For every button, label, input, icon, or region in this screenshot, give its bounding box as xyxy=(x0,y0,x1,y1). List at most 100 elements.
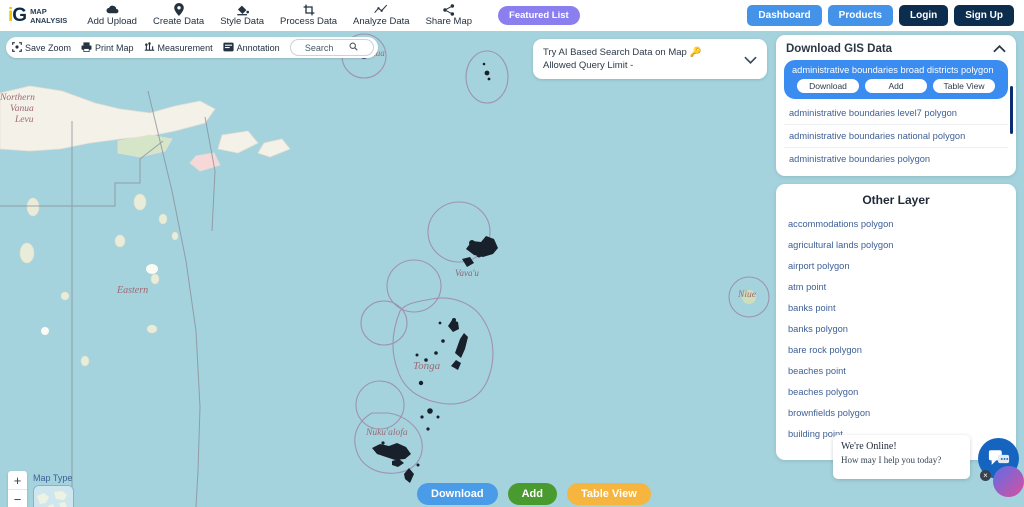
zoom-out-button[interactable]: − xyxy=(8,490,27,507)
other-layer-item[interactable]: beaches polygon xyxy=(786,381,1006,402)
table-view-button[interactable]: Table View xyxy=(566,483,651,505)
chat-close-icon[interactable]: × xyxy=(980,470,991,481)
layer-name: administrative boundaries broad district… xyxy=(792,65,994,75)
annotation-icon xyxy=(222,42,234,54)
print-map-button[interactable]: Print Map xyxy=(81,41,134,54)
print-map-label: Print Map xyxy=(95,42,134,53)
analytics-icon xyxy=(374,3,388,16)
other-layer-list[interactable]: accommodations polygon agricultural land… xyxy=(776,213,1016,445)
layer-download-button[interactable]: Download xyxy=(797,79,859,93)
other-layer-item[interactable]: banks point xyxy=(786,297,1006,318)
dashboard-button[interactable]: Dashboard xyxy=(747,5,822,26)
map-action-buttons: Download Add Table View xyxy=(417,483,651,505)
other-layer-panel: Other Layer accommodations polygon agric… xyxy=(776,184,1016,460)
nav-items: Add Upload Create Data Style Data Proces… xyxy=(79,3,480,28)
nav-item-create-data[interactable]: Create Data xyxy=(145,3,212,28)
logo-line-1: MAP xyxy=(30,6,47,16)
other-layer-item[interactable]: bare rock polygon xyxy=(786,339,1006,360)
layer-item[interactable]: administrative boundaries level7 polygon xyxy=(784,102,1008,125)
chat-title: We're Online! xyxy=(841,441,897,452)
other-layer-item[interactable]: banks polygon xyxy=(786,318,1006,339)
other-layer-item[interactable]: beaches point xyxy=(786,360,1006,381)
other-layer-item[interactable]: brownfields polygon xyxy=(786,402,1006,423)
logo-line-2: ANALYSIS xyxy=(30,15,68,25)
nav-label: Create Data xyxy=(152,16,205,27)
featured-list-button[interactable]: Featured List xyxy=(498,6,580,25)
ai-search-line-1-text: Try AI Based Search Data on Map xyxy=(543,47,687,58)
chevron-down-icon[interactable] xyxy=(744,52,757,67)
annotation-button[interactable]: Annotation xyxy=(222,42,280,54)
signup-button[interactable]: Sign Up xyxy=(954,5,1014,26)
nav-item-add-upload[interactable]: Add Upload xyxy=(79,3,145,28)
nav-item-share-map[interactable]: Share Map xyxy=(418,3,480,28)
search-icon xyxy=(349,42,359,53)
download-gis-data-panel: Download GIS Data administrative boundar… xyxy=(776,35,1016,176)
chevron-up-icon[interactable] xyxy=(993,42,1006,56)
measurement-icon xyxy=(144,41,155,54)
nav-item-process-data[interactable]: Process Data xyxy=(272,3,345,28)
printer-icon xyxy=(81,41,92,54)
other-layer-item[interactable]: atm point xyxy=(786,276,1006,297)
nav-label: Add Upload xyxy=(87,16,137,27)
nav-label: Process Data xyxy=(280,16,338,27)
save-zoom-icon xyxy=(12,41,22,54)
gis-panel-title: Download GIS Data xyxy=(786,43,893,55)
ai-search-line-1: Try AI Based Search Data on Map 🔑 xyxy=(543,46,701,59)
layer-item[interactable]: administrative boundaries national polyg… xyxy=(784,125,1008,148)
save-zoom-button[interactable]: Save Zoom xyxy=(12,41,72,54)
top-navigation-bar: iG MAP ANALYSIS Add Upload Create Data S… xyxy=(0,0,1024,31)
zoom-controls: + − ⬍ xyxy=(8,471,27,507)
layer-add-button[interactable]: Add xyxy=(865,79,927,93)
crop-icon xyxy=(303,3,315,16)
ai-search-bar[interactable]: Try AI Based Search Data on Map 🔑 Allowe… xyxy=(533,39,767,79)
search-placeholder: Search xyxy=(304,42,334,53)
nav-label: Share Map xyxy=(425,16,473,27)
login-button[interactable]: Login xyxy=(899,5,949,26)
chat-secondary-badge[interactable] xyxy=(993,466,1024,497)
world-map-icon xyxy=(34,486,72,507)
other-layer-item[interactable]: accommodations polygon xyxy=(786,213,1006,234)
map-type-label: Map Type xyxy=(33,473,73,483)
other-layer-item[interactable]: agricultural lands polygon xyxy=(786,234,1006,255)
nav-label: Style Data xyxy=(220,16,265,27)
layer-item[interactable]: administrative boundaries polygon xyxy=(784,148,1008,168)
map-toolbar: Save Zoom Print Map Measurement Annotati… xyxy=(6,37,378,58)
key-icon: 🔑 xyxy=(689,47,702,58)
layer-item-selected[interactable]: administrative boundaries broad district… xyxy=(784,60,1008,99)
other-layer-title: Other Layer xyxy=(862,193,930,207)
save-zoom-label: Save Zoom xyxy=(25,42,72,53)
cloud-upload-icon xyxy=(106,3,119,16)
gis-layer-list[interactable]: administrative boundaries broad district… xyxy=(776,60,1016,168)
logo-text: MAP ANALYSIS xyxy=(30,7,67,25)
gis-panel-header: Download GIS Data xyxy=(776,35,1016,60)
paint-bucket-icon xyxy=(236,3,249,16)
other-layer-item[interactable]: airport polygon xyxy=(786,255,1006,276)
map-analysis-app: iG MAP ANALYSIS Add Upload Create Data S… xyxy=(0,0,1024,507)
share-icon xyxy=(443,3,455,16)
gis-scrollbar[interactable] xyxy=(1010,86,1013,134)
logo-mark-icon: iG xyxy=(8,5,27,26)
nav-label: Analyze Data xyxy=(353,16,410,27)
layer-actions: Download Add Table View xyxy=(792,79,1000,93)
measurement-button[interactable]: Measurement xyxy=(144,41,213,54)
logo-letter-g: G xyxy=(12,5,27,26)
add-button[interactable]: Add xyxy=(507,483,557,505)
products-button[interactable]: Products xyxy=(827,5,893,26)
download-button[interactable]: Download xyxy=(417,483,498,505)
map-pin-icon xyxy=(173,3,184,16)
annotation-label: Annotation xyxy=(236,42,280,53)
ai-search-text: Try AI Based Search Data on Map 🔑 Allowe… xyxy=(543,46,701,72)
nav-item-analyze-data[interactable]: Analyze Data xyxy=(345,3,418,28)
top-right-actions: Dashboard Products Login Sign Up xyxy=(747,5,1014,26)
map-type-selector: Map Type xyxy=(33,473,74,507)
chat-greeting-bubble: We're Online! How may I help you today? xyxy=(833,435,970,479)
ai-search-line-2: Allowed Query Limit - xyxy=(543,60,634,71)
map-type-thumbnail[interactable] xyxy=(33,485,74,507)
app-logo[interactable]: iG MAP ANALYSIS xyxy=(8,6,67,25)
search-input[interactable]: Search xyxy=(289,39,374,56)
measurement-label: Measurement xyxy=(157,42,213,53)
nav-item-style-data[interactable]: Style Data xyxy=(212,3,272,28)
zoom-in-button[interactable]: + xyxy=(8,471,27,490)
layer-table-view-button[interactable]: Table View xyxy=(933,79,995,93)
chat-subtitle: How may I help you today? xyxy=(841,455,942,465)
